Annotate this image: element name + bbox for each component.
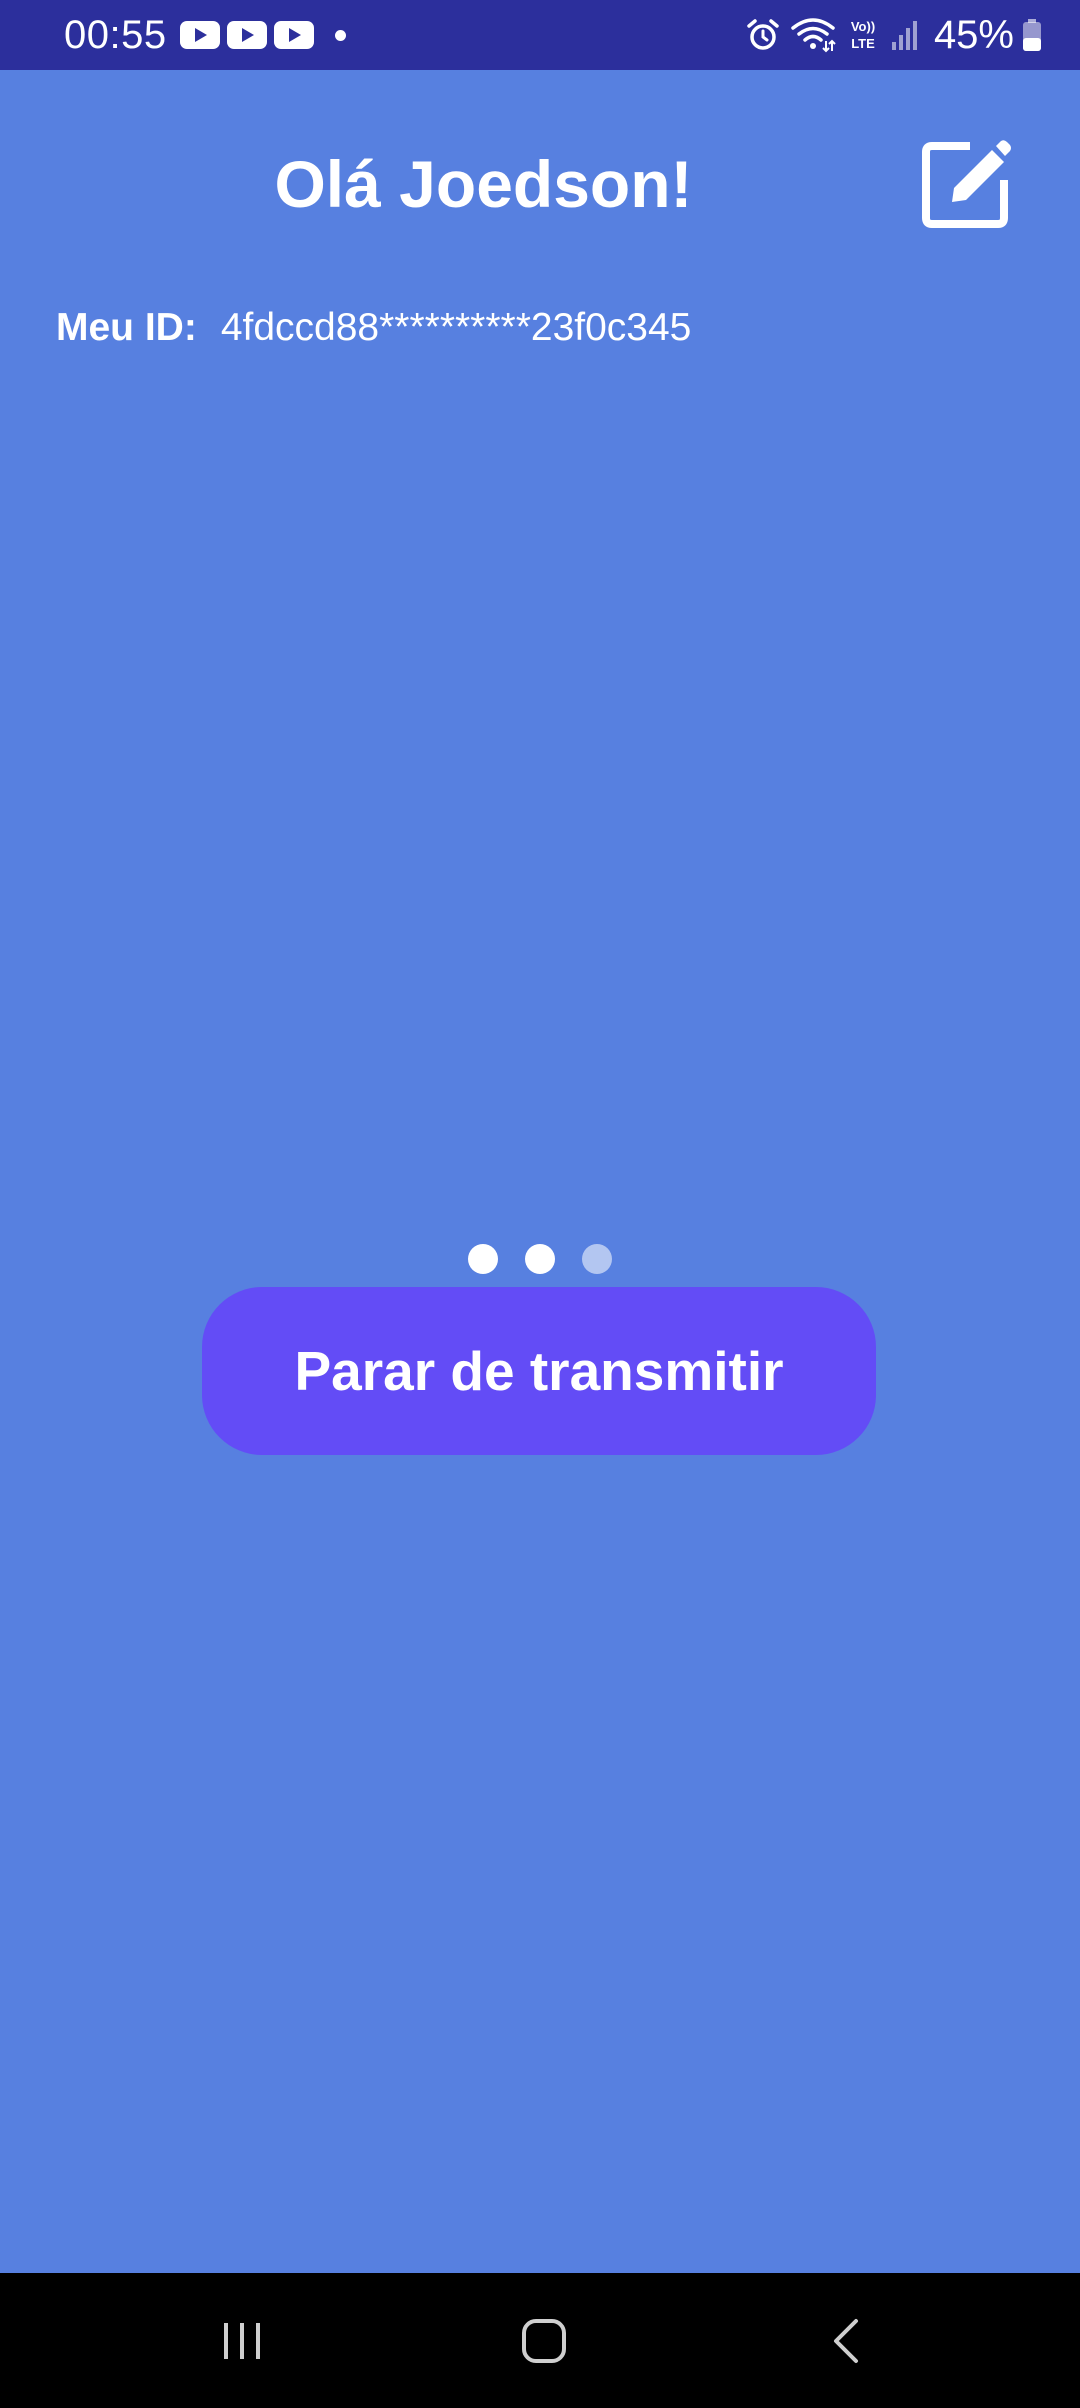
system-status-icons: Vo)) LTE 45% (736, 10, 1042, 60)
loading-indicator (468, 1244, 612, 1274)
loading-dot (525, 1244, 555, 1274)
youtube-icon (180, 21, 220, 49)
home-icon (522, 2318, 566, 2363)
navigation-bar (0, 2273, 1080, 2408)
svg-text:Vo)): Vo)) (851, 19, 875, 34)
signal-icon (891, 21, 917, 50)
home-button[interactable] (474, 2273, 614, 2408)
notification-icons (180, 18, 346, 52)
youtube-icon (227, 21, 267, 49)
battery-percent: 45% (933, 12, 1014, 57)
recents-button[interactable] (172, 2273, 312, 2408)
back-button[interactable] (776, 2273, 916, 2408)
volte-icon: Vo)) LTE (851, 19, 875, 51)
back-icon (834, 2318, 858, 2363)
loading-dot (468, 1244, 498, 1274)
edit-button[interactable] (918, 136, 1014, 232)
recents-icon (224, 2322, 260, 2359)
id-value: 4fdccd88**********23f0c345 (220, 306, 692, 349)
battery-icon (1023, 19, 1041, 51)
alarm-icon (747, 19, 779, 50)
app-screen: 00:55 Vo)) LTE 45% Olá Joedson! Meu ID: … (0, 0, 1080, 2408)
id-row: Meu ID: 4fdccd88**********23f0c345 (56, 304, 691, 352)
edit-icon (922, 140, 1011, 228)
stop-streaming-button[interactable]: Parar de transmitir (202, 1287, 876, 1455)
status-time: 00:55 (64, 13, 167, 57)
svg-text:LTE: LTE (851, 36, 875, 51)
youtube-icon (274, 21, 314, 49)
status-bar: 00:55 Vo)) LTE 45% (0, 0, 1080, 70)
id-label: Meu ID: (56, 306, 197, 349)
page-title: Olá Joedson! (274, 147, 693, 221)
loading-dot (582, 1244, 612, 1274)
wifi-icon (791, 18, 836, 53)
notification-dot (335, 29, 346, 41)
